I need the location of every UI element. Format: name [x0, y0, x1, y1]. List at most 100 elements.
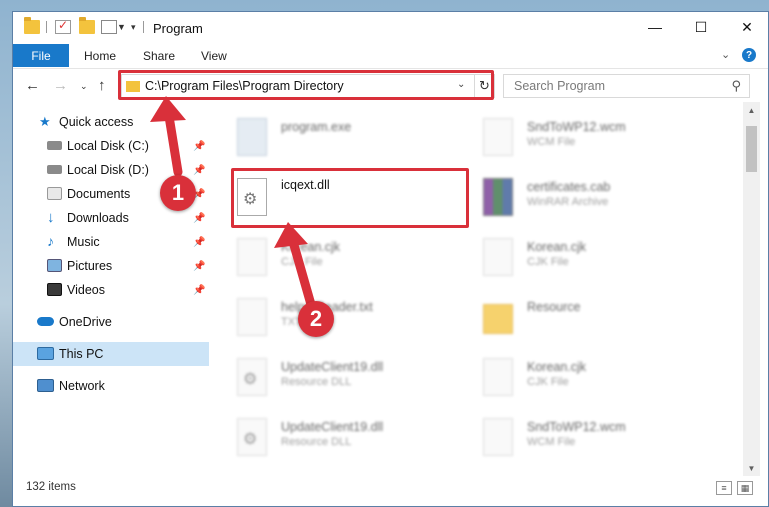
sidebar-item-label: Network: [59, 379, 105, 393]
sidebar-item-pictures[interactable]: Pictures 📌: [13, 254, 209, 278]
tab-view[interactable]: View: [201, 49, 227, 63]
download-icon: ↓: [47, 209, 55, 226]
file-icon: [483, 358, 513, 396]
scrollbar-thumb[interactable]: [746, 126, 757, 172]
minimize-button[interactable]: —: [632, 12, 678, 42]
file-type: CJK File: [527, 376, 569, 388]
file-type: Resource DLL: [281, 436, 352, 448]
list-item[interactable]: UpdateClient19.dll Resource DLL: [209, 410, 449, 466]
sidebar-item-network[interactable]: Network: [13, 374, 209, 398]
pin-icon[interactable]: 📌: [193, 261, 205, 272]
new-folder-icon[interactable]: [79, 17, 95, 34]
sidebar-item-quick-access[interactable]: ★ Quick access: [13, 110, 209, 134]
exe-icon: [237, 118, 267, 156]
separator: [46, 21, 47, 33]
file-icon: [483, 418, 513, 456]
sidebar-item-label: Local Disk (C:): [67, 139, 149, 153]
list-item[interactable]: SndToWP12.wcm WCM File: [455, 110, 695, 166]
file-type: CJK File: [281, 256, 323, 268]
tab-home[interactable]: Home: [84, 49, 116, 63]
search-placeholder: Search Program: [514, 79, 606, 93]
dll-icon: [237, 358, 267, 396]
list-item[interactable]: Korean.cjk CJK File: [455, 350, 695, 406]
up-icon[interactable]: ↑: [98, 77, 106, 94]
sidebar-item-local-disk-c[interactable]: Local Disk (C:) 📌: [13, 134, 209, 158]
videos-icon: [47, 283, 62, 296]
sidebar-item-label: Videos: [67, 283, 105, 297]
large-icons-view-icon[interactable]: ▦: [737, 481, 753, 495]
scroll-up-icon[interactable]: ▲: [743, 102, 760, 118]
list-item[interactable]: Korean.cjk CJK File: [455, 230, 695, 286]
network-icon: [37, 379, 54, 392]
computer-icon: [37, 347, 54, 360]
step-badge-1: 1: [160, 175, 196, 211]
maximize-icon: ☐: [694, 18, 708, 35]
expand-ribbon-icon[interactable]: ⌄: [721, 48, 730, 61]
list-item[interactable]: certificates.cab WinRAR Archive: [455, 170, 695, 226]
list-item[interactable]: Korean.cjk CJK File: [209, 230, 449, 286]
maximize-button[interactable]: ☐: [678, 12, 724, 42]
close-icon: ✕: [741, 18, 753, 35]
close-button[interactable]: ✕: [724, 12, 768, 42]
forward-icon[interactable]: →: [53, 77, 68, 94]
file-name: Korean.cjk: [527, 240, 587, 254]
folder-icon: [483, 304, 513, 334]
file-name: UpdateClient19.dll: [281, 360, 384, 374]
pin-icon[interactable]: 📌: [193, 285, 205, 296]
properties-icon[interactable]: [55, 18, 71, 34]
sidebar-item-label: Pictures: [67, 259, 113, 273]
list-item[interactable]: Resource: [455, 290, 695, 346]
window-title: Program: [153, 21, 203, 36]
file-icon: [237, 238, 267, 276]
drive-icon: [47, 141, 62, 150]
customize-icon[interactable]: [101, 20, 117, 34]
sidebar-item-label: This PC: [59, 347, 104, 361]
file-name: Korean.cjk: [281, 240, 341, 254]
address-bar-highlight: [118, 70, 494, 100]
quick-access-dropdown-icon[interactable]: ▾: [131, 22, 136, 33]
dll-icon: [237, 418, 267, 456]
file-name: program.exe: [281, 120, 352, 134]
sidebar-item-videos[interactable]: Videos 📌: [13, 278, 209, 302]
scroll-down-icon[interactable]: ▼: [743, 460, 760, 476]
search-icon: ⚲: [731, 78, 741, 93]
pin-icon[interactable]: 📌: [193, 213, 205, 224]
star-icon: ★: [39, 114, 51, 129]
help-icon[interactable]: ?: [742, 48, 756, 62]
file-type: CJK File: [527, 256, 569, 268]
file-icon: [483, 238, 513, 276]
file-name: SndToWP12.wcm: [527, 420, 626, 434]
tab-share[interactable]: Share: [143, 49, 175, 63]
sidebar-item-label: OneDrive: [59, 315, 112, 329]
sidebar-item-label: Documents: [67, 187, 131, 201]
sidebar-item-music[interactable]: ♪ Music 📌: [13, 230, 209, 254]
file-type: WinRAR Archive: [527, 196, 609, 208]
title-bar: ▼ ▾ Program — ☐ ✕: [13, 12, 768, 44]
back-icon[interactable]: ←: [25, 77, 40, 94]
details-view-icon[interactable]: ≡: [716, 481, 732, 495]
music-icon: ♪: [47, 233, 54, 249]
pin-icon[interactable]: 📌: [193, 165, 205, 176]
sidebar-item-onedrive[interactable]: OneDrive: [13, 310, 209, 334]
file-icon: [237, 298, 267, 336]
tab-file[interactable]: File: [13, 44, 69, 67]
search-input[interactable]: Search Program ⚲: [503, 74, 750, 98]
pin-icon[interactable]: 📌: [193, 237, 205, 248]
step-badge-2: 2: [298, 301, 334, 337]
pin-icon[interactable]: 📌: [193, 141, 205, 152]
list-item[interactable]: SndToWP12.wcm WCM File: [455, 410, 695, 466]
recent-locations-icon[interactable]: ⌄: [80, 81, 88, 92]
file-name: Resource: [527, 300, 581, 314]
list-item[interactable]: UpdateClient19.dll Resource DLL: [209, 350, 449, 406]
file-name: Korean.cjk: [527, 360, 587, 374]
chevron-down-icon[interactable]: ▼: [117, 22, 126, 32]
ribbon-tabs: File Home Share View ⌄ ?: [13, 44, 768, 68]
vertical-scrollbar[interactable]: ▲ ▼: [743, 102, 760, 476]
file-type: WCM File: [527, 436, 576, 448]
cloud-icon: [37, 317, 54, 326]
list-item[interactable]: program.exe: [209, 110, 449, 166]
sidebar-item-this-pc[interactable]: This PC: [13, 342, 209, 366]
file-name: certificates.cab: [527, 180, 611, 194]
separator: [143, 21, 144, 33]
sidebar-item-label: Downloads: [67, 211, 129, 225]
